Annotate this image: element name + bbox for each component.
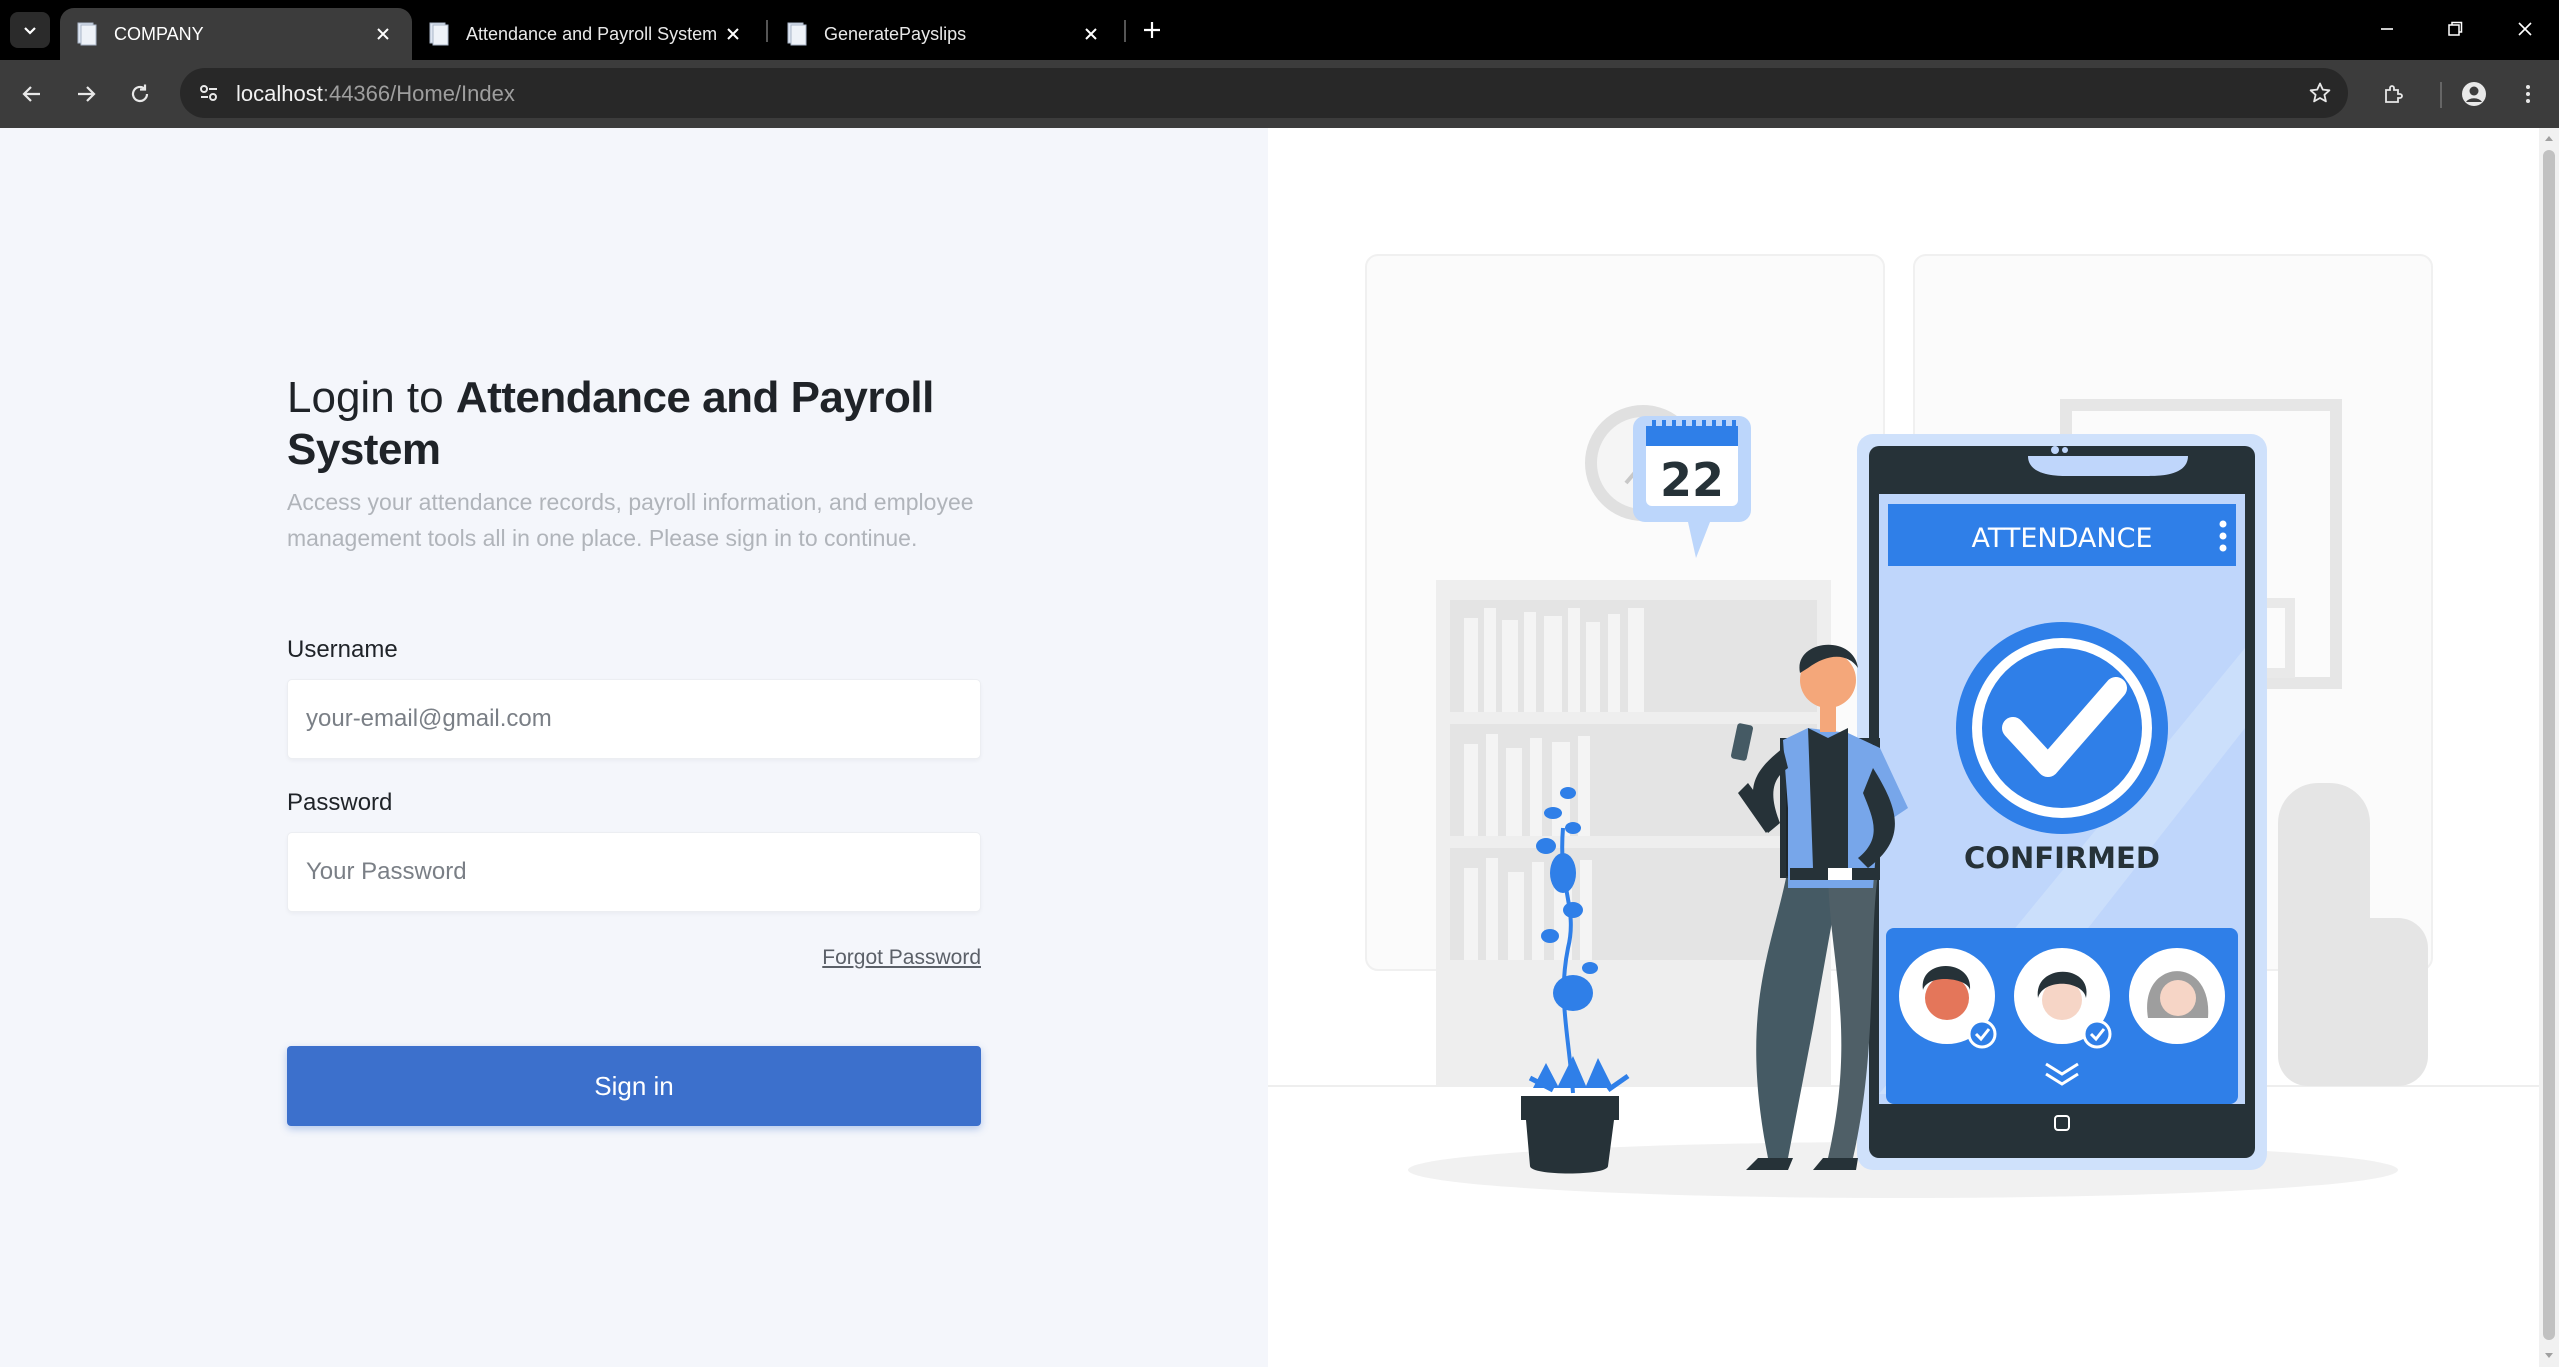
restore-button[interactable]	[2420, 0, 2490, 58]
minimize-button[interactable]	[2352, 0, 2422, 58]
tab-generate-payslips[interactable]: GeneratePayslips	[770, 8, 1120, 60]
login-subtitle: Access your attendance records, payroll …	[287, 489, 974, 551]
scroll-down-icon[interactable]	[2543, 1350, 2555, 1362]
url-host: localhost	[236, 81, 323, 106]
profile-icon	[2462, 82, 2486, 106]
username-input[interactable]	[287, 679, 981, 759]
minimize-icon	[2381, 28, 2393, 30]
close-icon	[2518, 22, 2532, 36]
extensions-button[interactable]	[2374, 74, 2414, 114]
scrollbar-thumb[interactable]	[2543, 150, 2555, 1340]
toolbar-divider	[2440, 82, 2442, 108]
illustration-panel: 22 ATTENDANCE CONFIRMED	[1268, 128, 2539, 1367]
address-bar[interactable]: localhost:44366/Home/Index	[180, 68, 2348, 118]
puzzle-icon	[2385, 85, 2403, 103]
browser-tab-bar: COMPANY Attendance and Payroll System Ge…	[0, 0, 2559, 60]
chevron-down-icon	[24, 27, 36, 35]
close-window-button[interactable]	[2490, 0, 2559, 58]
phone-status: CONFIRMED	[1964, 841, 2160, 875]
tab-separator	[766, 20, 768, 42]
attendance-illustration: 22 ATTENDANCE CONFIRMED	[1268, 254, 2539, 1198]
more-vertical-icon	[2219, 520, 2227, 552]
site-settings-icon[interactable]	[194, 78, 224, 108]
login-title: Login to Attendance and Payroll System	[287, 372, 1007, 476]
bookmark-star-button[interactable]	[2304, 77, 2336, 109]
document-icon	[77, 22, 97, 46]
calendar-day: 22	[1660, 453, 1724, 507]
username-label: Username	[287, 636, 398, 663]
more-vertical-icon	[2526, 85, 2530, 103]
new-tab-button[interactable]	[1134, 12, 1170, 48]
document-icon	[787, 22, 807, 46]
browser-menu-button[interactable]	[2508, 74, 2548, 114]
tab-attendance-payroll[interactable]: Attendance and Payroll System	[412, 8, 762, 60]
tab-title: COMPANY	[114, 23, 204, 44]
close-tab-icon[interactable]	[720, 21, 746, 47]
reload-button[interactable]	[120, 74, 160, 114]
tab-title: Attendance and Payroll System	[466, 23, 718, 44]
tab-search-button[interactable]	[10, 12, 50, 48]
avatar	[2129, 948, 2225, 1044]
password-label: Password	[287, 789, 393, 816]
url-path: :44366/Home/Index	[322, 81, 515, 106]
page-scrollbar[interactable]	[2539, 128, 2559, 1367]
star-icon	[2309, 82, 2331, 103]
forward-button[interactable]	[66, 74, 106, 114]
close-tab-icon[interactable]	[1078, 21, 1104, 47]
tab-company[interactable]: COMPANY	[60, 8, 412, 60]
login-panel: Login to Attendance and Payroll System A…	[0, 128, 1268, 1367]
tab-title: GeneratePayslips	[824, 23, 967, 44]
phone-header: ATTENDANCE	[1971, 523, 2152, 554]
restore-icon	[2448, 21, 2463, 36]
scroll-up-icon[interactable]	[2543, 132, 2555, 144]
page-content: Login to Attendance and Payroll System A…	[0, 128, 2539, 1367]
browser-toolbar: localhost:44366/Home/Index	[0, 60, 2559, 128]
profile-button[interactable]	[2454, 74, 2494, 114]
sign-in-button[interactable]: Sign in	[287, 1046, 981, 1126]
reload-icon	[131, 84, 149, 103]
arrow-left-icon	[22, 86, 40, 102]
login-title-prefix: Login to	[287, 373, 456, 422]
tab-separator	[1124, 20, 1126, 42]
document-icon	[429, 22, 449, 46]
back-button[interactable]	[12, 74, 52, 114]
phone: ATTENDANCE CONFIRMED	[1857, 434, 2267, 1170]
plus-icon	[1144, 22, 1160, 38]
close-tab-icon[interactable]	[370, 21, 396, 47]
url-text[interactable]: localhost:44366/Home/Index	[236, 81, 515, 107]
forgot-password-link[interactable]: Forgot Password	[822, 946, 981, 970]
arrow-right-icon	[78, 86, 96, 102]
password-input[interactable]	[287, 832, 981, 912]
